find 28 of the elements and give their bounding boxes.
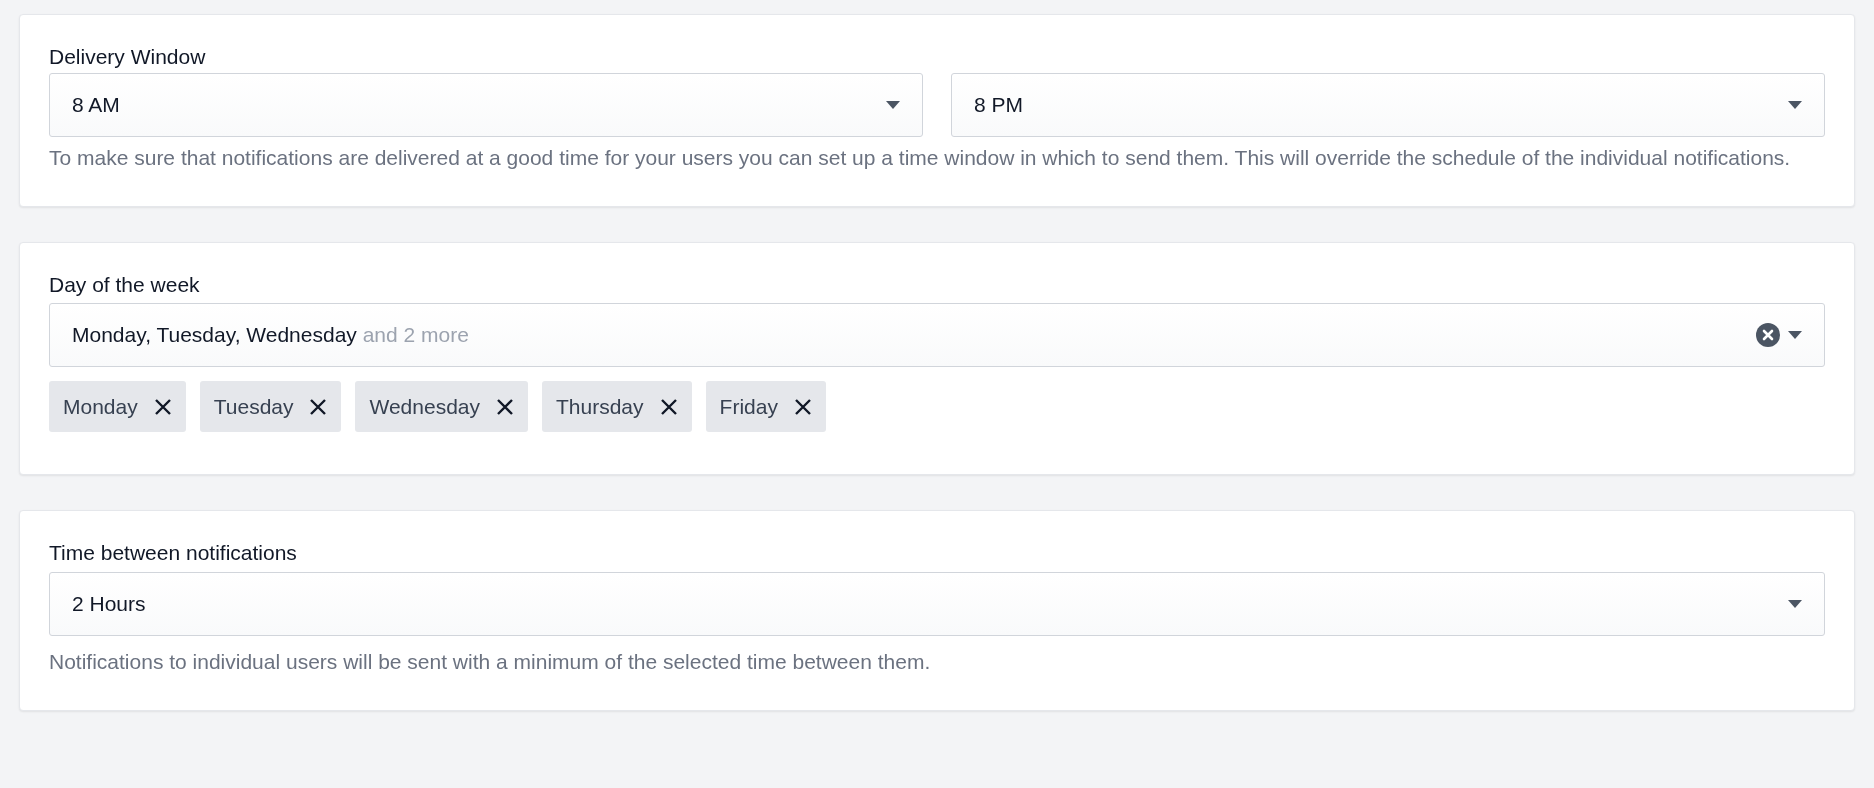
tag-label: Thursday — [556, 393, 644, 420]
select-value: Monday, Tuesday, Wednesday and 2 more — [72, 322, 469, 349]
field-label: Delivery Window — [49, 44, 207, 70]
tag-label: Monday — [63, 393, 138, 420]
select-value: 2 Hours — [72, 591, 146, 618]
close-icon[interactable] — [659, 397, 678, 416]
close-icon[interactable] — [309, 397, 328, 416]
time-select[interactable]: 8 AM — [49, 73, 923, 137]
caret-icon — [1788, 600, 1802, 608]
close-icon[interactable] — [153, 397, 172, 416]
interval-select[interactable]: 2 Hours — [49, 572, 1825, 636]
field-label: Day of the week — [49, 272, 201, 298]
caret-icon — [1788, 331, 1802, 339]
help-text: To make sure that notifications are delivered at a good time for your users you can set up a time window in which to send them. This will override the schedule of the individual notifications. — [49, 145, 1792, 171]
day-select[interactable]: Monday, Tuesday, Wednesday and 2 more — [49, 303, 1825, 367]
caret-icon — [1788, 101, 1802, 109]
tag-label: Friday — [719, 393, 778, 420]
field-label: Time between notifications — [49, 540, 298, 566]
close-icon[interactable] — [496, 397, 514, 416]
select-value: 8 AM — [72, 92, 120, 119]
help-text: Notifications to individual users will be sent with a minimum of the selected time between them. — [49, 649, 932, 675]
time-select[interactable]: 8 PM — [951, 73, 1825, 137]
close-icon[interactable] — [793, 397, 812, 416]
tag-label: Tuesday — [213, 393, 294, 420]
caret-icon — [886, 101, 900, 109]
select-value: 8 PM — [974, 92, 1023, 119]
clear-icon[interactable] — [1756, 323, 1780, 347]
tag-label: Wednesday — [369, 393, 480, 420]
